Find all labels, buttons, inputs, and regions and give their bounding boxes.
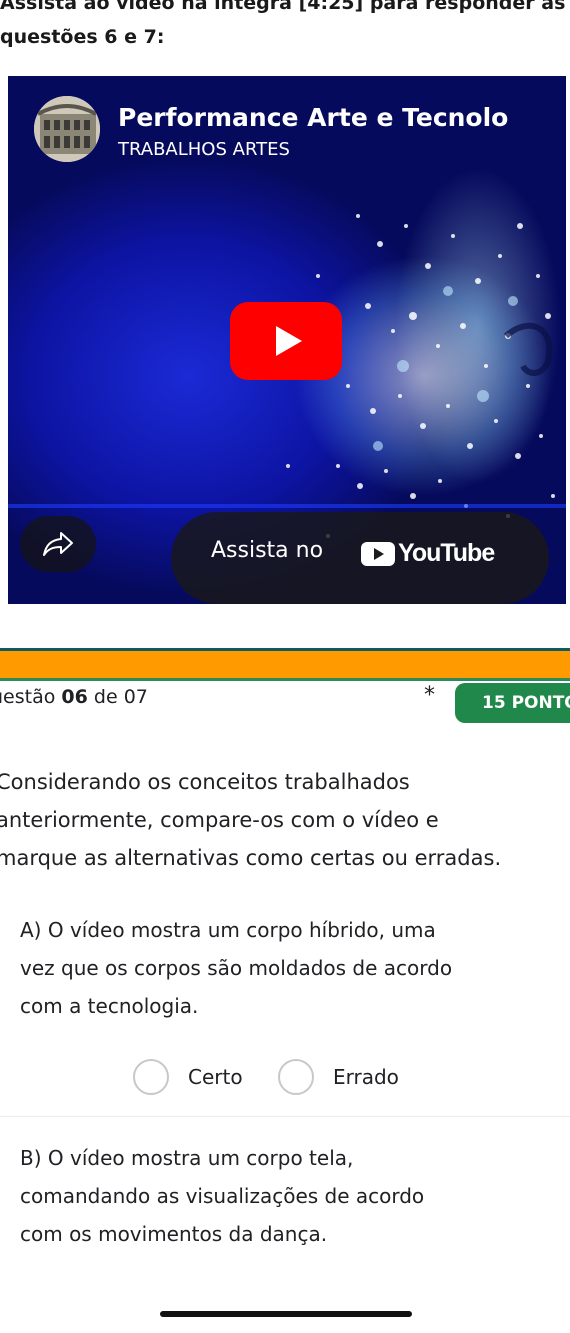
question-number: uestão 06 de 07 bbox=[0, 686, 148, 708]
youtube-wordmark: YouTube bbox=[398, 539, 495, 567]
statement-line: A) O vídeo mostra um corpo híbrido, uma bbox=[20, 918, 436, 942]
divider-line bbox=[0, 678, 570, 681]
radio-button[interactable] bbox=[278, 1059, 314, 1095]
home-indicator[interactable] bbox=[160, 1311, 412, 1317]
question-number-suffix: de 07 bbox=[93, 686, 148, 708]
youtube-play-icon bbox=[361, 541, 395, 566]
statement-line: com os movimentos da dança. bbox=[20, 1222, 328, 1246]
question-number-value: 06 bbox=[61, 686, 88, 708]
statement-a: A) O vídeo mostra um corpo híbrido, uma … bbox=[20, 911, 570, 1025]
radio-button[interactable] bbox=[133, 1059, 169, 1095]
required-marker: * bbox=[424, 683, 435, 708]
statement-line: com a tecnologia. bbox=[20, 994, 199, 1018]
question-text-line: marque as alternativas como certas ou er… bbox=[0, 846, 502, 870]
share-button[interactable] bbox=[20, 516, 96, 572]
section-bar bbox=[0, 651, 570, 678]
points-badge: 15 PONTO bbox=[455, 683, 570, 723]
question-text: Considerando os conceitos trabalhados an… bbox=[0, 763, 570, 877]
channel-name[interactable]: TRABALHOS ARTES bbox=[118, 139, 290, 160]
question-number-prefix: uestão bbox=[0, 686, 56, 708]
instructions: Assista ao vídeo na íntegra [4:25] para … bbox=[0, 0, 570, 54]
watch-on-youtube-button[interactable]: Assista no YouTube bbox=[171, 512, 549, 604]
youtube-logo: YouTube bbox=[361, 539, 495, 568]
instructions-line: Assista ao vídeo na íntegra [4:25] para … bbox=[0, 0, 566, 14]
statement-b: B) O vídeo mostra um corpo tela, comanda… bbox=[20, 1139, 570, 1253]
statement-line: vez que os corpos são moldados de acordo bbox=[20, 956, 453, 980]
building-icon bbox=[34, 96, 100, 162]
question-text-line: Considerando os conceitos trabalhados bbox=[0, 770, 410, 794]
channel-avatar[interactable] bbox=[34, 96, 100, 162]
video-title[interactable]: Performance Arte e Tecnolo bbox=[118, 103, 508, 132]
option-label[interactable]: Certo bbox=[188, 1065, 243, 1089]
question-text-line: anteriormente, compare-os com o vídeo e bbox=[0, 808, 439, 832]
statement-line: comandando as visualizações de acordo bbox=[20, 1184, 425, 1208]
play-icon bbox=[276, 326, 302, 356]
play-button[interactable] bbox=[230, 302, 342, 380]
item-divider bbox=[0, 1116, 570, 1117]
option-errado[interactable]: Errado bbox=[278, 1059, 399, 1095]
watch-on-label: Assista no bbox=[211, 538, 324, 563]
option-label[interactable]: Errado bbox=[333, 1065, 399, 1089]
share-icon bbox=[43, 532, 73, 556]
instructions-line: questões 6 e 7: bbox=[0, 26, 165, 48]
option-certo[interactable]: Certo bbox=[133, 1059, 243, 1095]
video-embed[interactable]: Performance Arte e Tecnolo TRABALHOS ART… bbox=[8, 76, 566, 604]
statement-line: B) O vídeo mostra um corpo tela, bbox=[20, 1146, 354, 1170]
